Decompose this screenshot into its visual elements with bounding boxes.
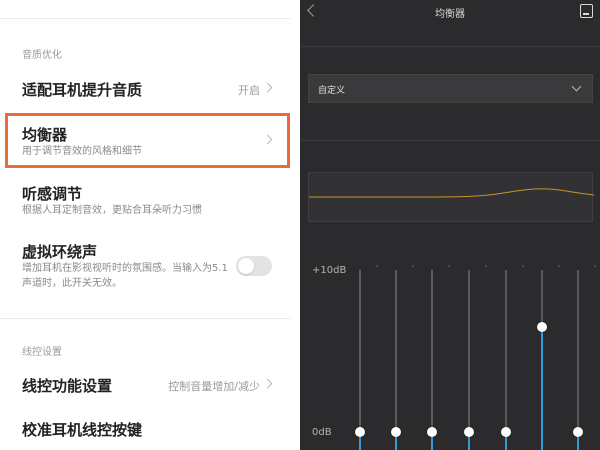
settings-panel: 音质优化 适配耳机提升音质 开启 均衡器 用于调节音效的风格和细节 听感调节 根… bbox=[0, 0, 290, 450]
wire-function-value: 控制音量增加/减少 bbox=[168, 380, 260, 393]
hearing-adjust-subtitle: 根据人耳定制音效，更贴合耳朵听力习惯 bbox=[22, 205, 202, 216]
virtual-surround-toggle[interactable] bbox=[236, 256, 272, 276]
eq-sliders bbox=[300, 0, 600, 450]
toggle-knob bbox=[238, 258, 254, 274]
eq-slider-knob[interactable] bbox=[573, 427, 583, 437]
eq-slider-track[interactable] bbox=[577, 270, 579, 450]
panel-gap bbox=[290, 0, 300, 450]
hearing-adjust-title: 听感调节 bbox=[22, 185, 83, 203]
eq-slider-knob[interactable] bbox=[501, 427, 511, 437]
eq-slider-top-mark bbox=[485, 265, 487, 267]
calibrate-title: 校准耳机线控按键 bbox=[22, 421, 143, 439]
chevron-right-icon bbox=[262, 82, 273, 93]
eq-slider-top-mark bbox=[558, 265, 560, 267]
hearing-adjust-row[interactable]: 听感调节 根据人耳定制音效，更贴合耳朵听力习惯 bbox=[0, 176, 290, 224]
adaptive-quality-value: 开启 bbox=[238, 84, 260, 97]
adaptive-quality-row[interactable]: 适配耳机提升音质 开启 bbox=[0, 70, 290, 108]
calibrate-row[interactable]: 校准耳机线控按键 bbox=[0, 410, 290, 448]
eq-slider-track[interactable] bbox=[431, 270, 433, 450]
eq-slider-top-mark bbox=[522, 265, 524, 267]
eq-slider-knob[interactable] bbox=[391, 427, 401, 437]
divider bbox=[0, 18, 290, 19]
eq-slider-track[interactable] bbox=[359, 270, 361, 450]
eq-slider-track[interactable] bbox=[395, 270, 397, 450]
chevron-right-icon bbox=[262, 378, 273, 389]
divider bbox=[0, 318, 290, 319]
eq-slider-track[interactable] bbox=[505, 270, 507, 450]
adaptive-quality-title: 适配耳机提升音质 bbox=[22, 81, 143, 99]
eq-slider-top-mark bbox=[376, 265, 378, 267]
wire-function-title: 线控功能设置 bbox=[22, 377, 113, 395]
eq-slider-track[interactable] bbox=[468, 270, 470, 450]
eq-slider-knob[interactable] bbox=[355, 427, 365, 437]
section-label-audio: 音质优化 bbox=[22, 50, 62, 61]
eq-slider-top-mark bbox=[448, 265, 450, 267]
virtual-surround-subtitle: 增加耳机在影视视听时的氛围感。当输入为5.1声道时，此开关无效。 bbox=[22, 263, 228, 289]
eq-slider-top-mark bbox=[594, 265, 596, 267]
equalizer-highlight-frame bbox=[5, 113, 290, 168]
eq-slider-knob[interactable] bbox=[464, 427, 474, 437]
equalizer-panel: 均衡器 自定义 +10dB 0dB bbox=[300, 0, 600, 450]
wire-function-row[interactable]: 线控功能设置 控制音量增加/减少 bbox=[0, 366, 290, 404]
virtual-surround-title: 虚拟环绕声 bbox=[22, 243, 98, 261]
eq-slider-knob[interactable] bbox=[537, 321, 547, 332]
section-label-wire: 线控设置 bbox=[22, 347, 62, 358]
eq-slider-top-mark bbox=[412, 265, 414, 267]
eq-slider-knob[interactable] bbox=[427, 427, 437, 437]
eq-slider-fill bbox=[541, 326, 543, 450]
